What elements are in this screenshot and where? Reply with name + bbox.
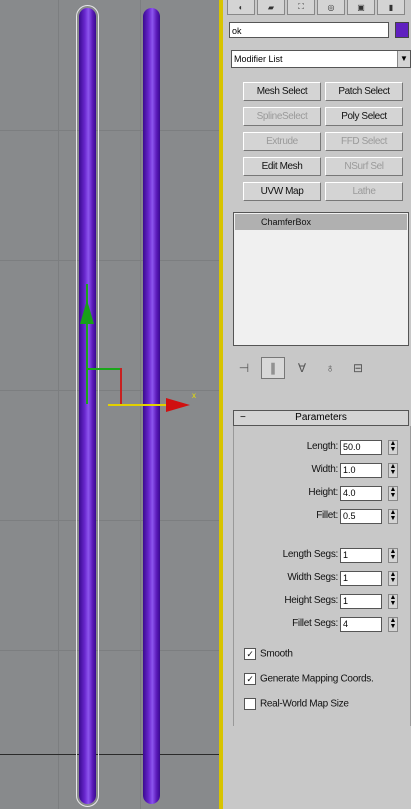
length-segs-spinner[interactable]: ▲ ▼ — [388, 548, 398, 563]
length-segs-param: Length Segs: 1 ▲ ▼ — [234, 548, 410, 564]
poly-select-button[interactable]: Poly Select — [325, 107, 403, 126]
modifier-list-dropdown[interactable]: Modifier List ▼ — [231, 50, 411, 68]
smooth-checkbox[interactable]: ✓ — [244, 648, 256, 660]
fillet-segs-param: Fillet Segs: 4 ▲ ▼ — [234, 617, 410, 633]
chevron-down-icon[interactable]: ▼ — [397, 51, 410, 67]
grid-line — [0, 130, 222, 131]
configure-sets-icon[interactable]: ⊟ — [347, 358, 369, 378]
length-param: Length: 50.0 ▲ ▼ — [234, 440, 410, 456]
utilities-icon[interactable]: ▮ — [377, 0, 405, 15]
parameters-rollout: Length: 50.0 ▲ ▼ Width: 1.0 ▲ ▼ Height: 4.… — [233, 426, 411, 726]
height-segs-field[interactable]: 1 — [340, 594, 382, 609]
smooth-checkbox-row[interactable]: ✓ Smooth — [244, 648, 293, 664]
length-field[interactable]: 50.0 — [340, 440, 382, 455]
extrude-button[interactable]: Extrude — [243, 132, 321, 151]
transform-gizmo-plane[interactable] — [88, 368, 122, 370]
length-label: Length: — [306, 441, 339, 452]
chamferbox-object[interactable] — [143, 8, 160, 804]
smooth-label: Smooth — [260, 648, 293, 660]
fillet-segs-label: Fillet Segs: — [292, 618, 338, 629]
fillet-segs-field[interactable]: 4 — [340, 617, 382, 632]
width-segs-label: Width Segs: — [287, 572, 338, 583]
generate-mapping-checkbox[interactable]: ✓ — [244, 673, 256, 685]
nsurf-sel-button[interactable]: NSurf Sel — [325, 157, 403, 176]
modifier-stack-list[interactable]: ChamferBox — [233, 212, 409, 346]
show-end-result-icon[interactable]: ∥ — [261, 357, 285, 379]
height-segs-label: Height Segs: — [284, 595, 338, 606]
motion-icon[interactable]: ◎ — [317, 0, 345, 15]
remove-modifier-icon[interactable]: ♁ — [319, 358, 341, 378]
width-label: Width: — [311, 464, 338, 475]
grid-line — [58, 0, 59, 809]
create-icon[interactable]: ◐ — [227, 0, 255, 15]
fillet-param: Fillet: 0.5 ▲ ▼ — [234, 509, 410, 525]
fillet-label: Fillet: — [316, 510, 338, 521]
command-panel-tabs: ◐ ▰ ⛶ ◎ ▣ ▮ — [227, 0, 411, 16]
rollout-title: Parameters — [295, 412, 347, 423]
width-segs-field[interactable]: 1 — [340, 571, 382, 586]
grid-line — [0, 520, 222, 521]
grid-line — [0, 390, 222, 391]
object-name-field[interactable]: ok — [229, 22, 389, 38]
height-segs-spinner[interactable]: ▲ ▼ — [388, 594, 398, 609]
edit-mesh-button[interactable]: Edit Mesh — [243, 157, 321, 176]
modify-icon[interactable]: ▰ — [257, 0, 285, 15]
object-color-swatch[interactable] — [395, 22, 409, 38]
generate-mapping-checkbox-row[interactable]: ✓ Generate Mapping Coords. — [244, 673, 374, 689]
length-segs-field[interactable]: 1 — [340, 548, 382, 563]
mesh-select-button[interactable]: Mesh Select — [243, 82, 321, 101]
x-axis-label: x — [192, 391, 196, 400]
horizon-line — [0, 754, 222, 755]
generate-mapping-label: Generate Mapping Coords. — [260, 673, 374, 685]
uvw-map-button[interactable]: UVW Map — [243, 182, 321, 201]
collapse-icon: − — [240, 412, 246, 423]
height-spinner[interactable]: ▲ ▼ — [388, 486, 398, 501]
width-segs-param: Width Segs: 1 ▲ ▼ — [234, 571, 410, 587]
modifier-stack-toolbar: ⊣ ∥ ∀ ♁ ⊟ — [233, 356, 409, 380]
chamferbox-object-selected[interactable] — [76, 5, 99, 807]
transform-gizmo-y-arrow[interactable] — [80, 300, 94, 324]
height-label: Height: — [308, 487, 338, 498]
height-field[interactable]: 4.0 — [340, 486, 382, 501]
height-segs-param: Height Segs: 1 ▲ ▼ — [234, 594, 410, 610]
hierarchy-icon[interactable]: ⛶ — [287, 0, 315, 15]
fillet-segs-spinner[interactable]: ▲ ▼ — [388, 617, 398, 632]
width-param: Width: 1.0 ▲ ▼ — [234, 463, 410, 479]
fillet-spinner[interactable]: ▲ ▼ — [388, 509, 398, 524]
command-panel: ◐ ▰ ⛶ ◎ ▣ ▮ ok Modifier List ▼ Mesh Sele… — [223, 0, 411, 809]
patch-select-button[interactable]: Patch Select — [325, 82, 403, 101]
width-segs-spinner[interactable]: ▲ ▼ — [388, 571, 398, 586]
fillet-field[interactable]: 0.5 — [340, 509, 382, 524]
grid-line — [0, 650, 222, 651]
length-segs-label: Length Segs: — [282, 549, 339, 560]
pin-stack-icon[interactable]: ⊣ — [233, 358, 255, 378]
stack-item-chamferbox[interactable]: ChamferBox — [235, 214, 407, 230]
width-field[interactable]: 1.0 — [340, 463, 382, 478]
width-spinner[interactable]: ▲ ▼ — [388, 463, 398, 478]
transform-gizmo-x-arrow[interactable] — [166, 398, 190, 412]
make-unique-icon[interactable]: ∀ — [291, 358, 313, 378]
ffd-select-button[interactable]: FFD Select — [325, 132, 403, 151]
lathe-button[interactable]: Lathe — [325, 182, 403, 201]
real-world-map-checkbox[interactable] — [244, 698, 256, 710]
display-icon[interactable]: ▣ — [347, 0, 375, 15]
transform-gizmo-plane[interactable] — [120, 368, 122, 404]
spline-select-button[interactable]: SplineSelect — [243, 107, 321, 126]
perspective-viewport[interactable]: x — [0, 0, 222, 809]
parameters-rollout-header[interactable]: − Parameters — [233, 410, 409, 426]
real-world-map-label: Real-World Map Size — [260, 698, 349, 710]
height-param: Height: 4.0 ▲ ▼ — [234, 486, 410, 502]
real-world-map-checkbox-row[interactable]: Real-World Map Size — [244, 698, 349, 714]
grid-line — [0, 260, 222, 261]
length-spinner[interactable]: ▲ ▼ — [388, 440, 398, 455]
modifier-list-label: Modifier List — [234, 54, 283, 64]
